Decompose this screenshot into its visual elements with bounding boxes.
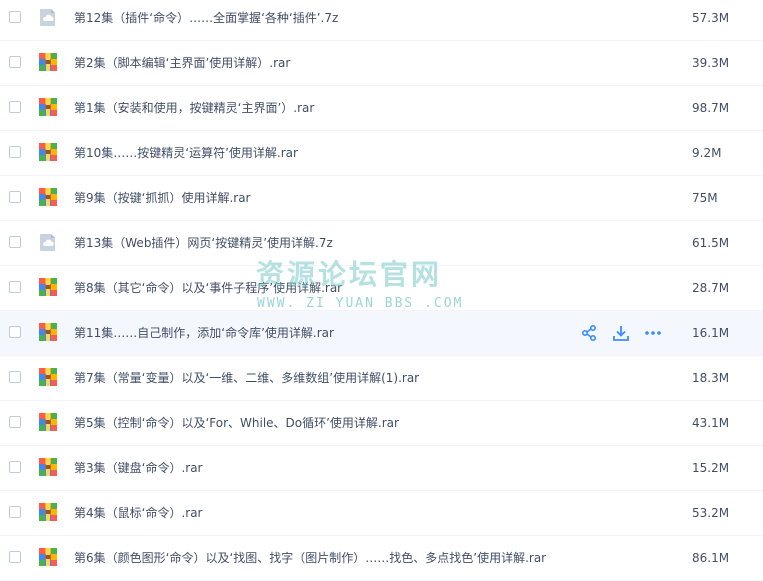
row-checkbox[interactable] — [9, 11, 21, 23]
file-row[interactable]: 第9集（按键‘抓抓）使用详解.rar 75M — [0, 176, 763, 221]
file-row[interactable]: 第7集（常量‘变量）以及‘一维、二维、多维数组’使用详解(1).rar 18.3M — [0, 356, 763, 401]
file-list: 第12集（插件‘命令）……全面掌握‘各种‘插件’.7z 57.3M 第2集（脚本编辑… — [0, 0, 763, 581]
share-icon[interactable] — [580, 324, 600, 342]
archive-rar-icon — [38, 142, 58, 162]
archive-rar-icon — [38, 52, 58, 72]
archive-rar-icon — [38, 412, 58, 432]
file-row[interactable]: 第8集（其它‘命令）以及‘事件子程序’使用详解.rar 28.7M — [0, 266, 763, 311]
file-name[interactable]: 第9集（按键‘抓抓）使用详解.rar — [74, 176, 251, 220]
file-row[interactable]: 第5集（控制‘命令）以及‘For、While、Do循环’使用详解.rar 43.1… — [0, 401, 763, 446]
archive-rar-icon — [38, 367, 58, 387]
file-size: 57.3M — [692, 11, 730, 25]
file-size: 61.5M — [692, 236, 730, 250]
file-row[interactable]: 第11集……自己制作，添加‘命令库’使用详解.rar 16.1M — [0, 311, 763, 356]
file-size: 43.1M — [692, 416, 730, 430]
file-name[interactable]: 第12集（插件‘命令）……全面掌握‘各种‘插件’.7z — [74, 0, 338, 40]
file-name[interactable]: 第2集（脚本编辑‘主界面’使用详解）.rar — [74, 41, 290, 85]
row-checkbox[interactable] — [9, 146, 21, 158]
file-size: 86.1M — [692, 551, 730, 565]
file-row[interactable]: 第10集……按键精灵‘运算符’使用详解.rar 9.2M — [0, 131, 763, 176]
file-name[interactable]: 第5集（控制‘命令）以及‘For、While、Do循环’使用详解.rar — [74, 401, 399, 445]
file-row[interactable]: 第4集（鼠标‘命令）.rar 53.2M — [0, 491, 763, 536]
file-size: 75M — [692, 191, 718, 205]
row-checkbox[interactable] — [9, 56, 21, 68]
file-name[interactable]: 第8集（其它‘命令）以及‘事件子程序’使用详解.rar — [74, 266, 342, 310]
file-name[interactable]: 第6集（颜色图形‘命令）以及‘找图、找字（图片制作）……找色、多点找色’使用详解… — [74, 536, 546, 580]
file-size: 53.2M — [692, 506, 730, 520]
row-checkbox[interactable] — [9, 416, 21, 428]
file-row[interactable]: 第2集（脚本编辑‘主界面’使用详解）.rar 39.3M — [0, 41, 763, 86]
row-checkbox[interactable] — [9, 101, 21, 113]
file-row[interactable]: 第13集（Web插件）网页‘按键精灵’使用详解.7z 61.5M — [0, 221, 763, 266]
archive-rar-icon — [38, 322, 58, 342]
file-size: 39.3M — [692, 56, 730, 70]
file-name[interactable]: 第1集（安装和使用，按键精灵‘主界面’）.rar — [74, 86, 314, 130]
row-checkbox[interactable] — [9, 371, 21, 383]
archive-rar-icon — [38, 97, 58, 117]
download-icon[interactable] — [612, 324, 632, 342]
row-checkbox[interactable] — [9, 236, 21, 248]
file-size: 15.2M — [692, 461, 730, 475]
file-size: 16.1M — [692, 326, 730, 340]
file-name[interactable]: 第11集……自己制作，添加‘命令库’使用详解.rar — [74, 311, 334, 355]
row-checkbox[interactable] — [9, 461, 21, 473]
file-name[interactable]: 第3集（键盘‘命令）.rar — [74, 446, 203, 490]
file-name[interactable]: 第4集（鼠标‘命令）.rar — [74, 491, 203, 535]
file-row[interactable]: 第6集（颜色图形‘命令）以及‘找图、找字（图片制作）……找色、多点找色’使用详解… — [0, 536, 763, 581]
row-checkbox[interactable] — [9, 191, 21, 203]
archive-7z-icon — [38, 232, 58, 252]
archive-rar-icon — [38, 457, 58, 477]
file-name[interactable]: 第10集……按键精灵‘运算符’使用详解.rar — [74, 131, 298, 175]
row-checkbox[interactable] — [9, 551, 21, 563]
row-checkbox[interactable] — [9, 506, 21, 518]
archive-rar-icon — [38, 547, 58, 567]
archive-7z-icon — [38, 7, 58, 27]
file-size: 9.2M — [692, 146, 722, 160]
file-row[interactable]: 第1集（安装和使用，按键精灵‘主界面’）.rar 98.7M — [0, 86, 763, 131]
file-row[interactable]: 第12集（插件‘命令）……全面掌握‘各种‘插件’.7z 57.3M — [0, 0, 763, 41]
archive-rar-icon — [38, 277, 58, 297]
file-name[interactable]: 第13集（Web插件）网页‘按键精灵’使用详解.7z — [74, 221, 333, 265]
file-size: 28.7M — [692, 281, 730, 295]
more-icon[interactable] — [644, 324, 664, 342]
archive-rar-icon — [38, 187, 58, 207]
file-size: 18.3M — [692, 371, 730, 385]
row-checkbox[interactable] — [9, 281, 21, 293]
file-size: 98.7M — [692, 101, 730, 115]
row-checkbox[interactable] — [9, 326, 21, 338]
file-row[interactable]: 第3集（键盘‘命令）.rar 15.2M — [0, 446, 763, 491]
file-name[interactable]: 第7集（常量‘变量）以及‘一维、二维、多维数组’使用详解(1).rar — [74, 356, 419, 400]
archive-rar-icon — [38, 502, 58, 522]
